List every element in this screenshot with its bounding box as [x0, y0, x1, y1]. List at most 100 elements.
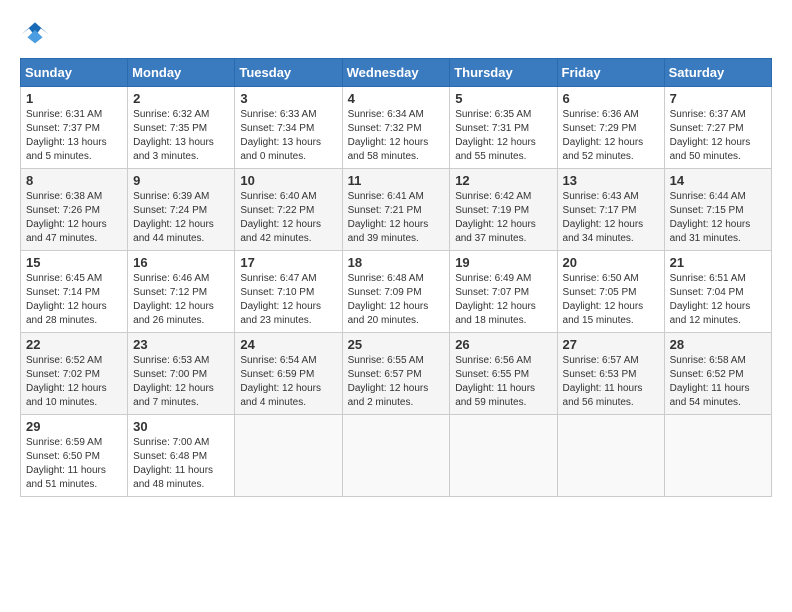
- day-number: 4: [348, 91, 445, 106]
- calendar-day-cell: 20 Sunrise: 6:50 AM Sunset: 7:05 PM Dayli…: [557, 251, 664, 333]
- day-info: Sunrise: 6:38 AM Sunset: 7:26 PM Dayligh…: [26, 190, 122, 246]
- day-number: 26: [455, 337, 551, 352]
- day-number: 30: [133, 419, 229, 434]
- day-number: 28: [670, 337, 766, 352]
- calendar-day-cell: 19 Sunrise: 6:49 AM Sunset: 7:07 PM Dayli…: [450, 251, 557, 333]
- day-info: Sunrise: 6:54 AM Sunset: 6:59 PM Dayligh…: [240, 354, 336, 410]
- calendar-day-cell: [664, 415, 771, 497]
- day-info: Sunrise: 6:47 AM Sunset: 7:10 PM Dayligh…: [240, 272, 336, 328]
- day-number: 25: [348, 337, 445, 352]
- calendar-day-cell: [450, 415, 557, 497]
- day-info: Sunrise: 6:34 AM Sunset: 7:32 PM Dayligh…: [348, 108, 445, 164]
- calendar-week-row: 1Sunrise: 6:31 AM Sunset: 7:37 PM Daylig…: [21, 87, 772, 169]
- weekday-header: Monday: [128, 59, 235, 87]
- day-info: Sunrise: 6:45 AM Sunset: 7:14 PM Dayligh…: [26, 272, 122, 328]
- day-number: 6: [563, 91, 659, 106]
- calendar-day-cell: 11Sunrise: 6:41 AM Sunset: 7:21 PM Dayli…: [342, 169, 450, 251]
- calendar-day-cell: 24 Sunrise: 6:54 AM Sunset: 6:59 PM Dayli…: [235, 333, 342, 415]
- calendar-day-cell: 28 Sunrise: 6:58 AM Sunset: 6:52 PM Dayli…: [664, 333, 771, 415]
- day-info: Sunrise: 6:43 AM Sunset: 7:17 PM Dayligh…: [563, 190, 659, 246]
- day-number: 13: [563, 173, 659, 188]
- day-info: Sunrise: 6:50 AM Sunset: 7:05 PM Dayligh…: [563, 272, 659, 328]
- day-number: 24: [240, 337, 336, 352]
- day-info: Sunrise: 6:40 AM Sunset: 7:22 PM Dayligh…: [240, 190, 336, 246]
- logo-icon: [20, 20, 50, 48]
- calendar-day-cell: 12 Sunrise: 6:42 AM Sunset: 7:19 PM Dayli…: [450, 169, 557, 251]
- calendar-day-cell: 22 Sunrise: 6:52 AM Sunset: 7:02 PM Dayli…: [21, 333, 128, 415]
- calendar-day-cell: 5Sunrise: 6:35 AM Sunset: 7:31 PM Daylig…: [450, 87, 557, 169]
- day-number: 12: [455, 173, 551, 188]
- calendar-day-cell: 30 Sunrise: 7:00 AM Sunset: 6:48 PM Dayli…: [128, 415, 235, 497]
- calendar-day-cell: 6 Sunrise: 6:36 AM Sunset: 7:29 PM Daylig…: [557, 87, 664, 169]
- calendar-day-cell: 13 Sunrise: 6:43 AM Sunset: 7:17 PM Dayli…: [557, 169, 664, 251]
- calendar-day-cell: 16Sunrise: 6:46 AM Sunset: 7:12 PM Dayli…: [128, 251, 235, 333]
- day-info: Sunrise: 6:37 AM Sunset: 7:27 PM Dayligh…: [670, 108, 766, 164]
- calendar-week-row: 15 Sunrise: 6:45 AM Sunset: 7:14 PM Dayli…: [21, 251, 772, 333]
- calendar-day-cell: 26 Sunrise: 6:56 AM Sunset: 6:55 PM Dayli…: [450, 333, 557, 415]
- day-info: Sunrise: 6:53 AM Sunset: 7:00 PM Dayligh…: [133, 354, 229, 410]
- calendar-day-cell: [342, 415, 450, 497]
- day-info: Sunrise: 6:58 AM Sunset: 6:52 PM Dayligh…: [670, 354, 766, 410]
- calendar-week-row: 8 Sunrise: 6:38 AM Sunset: 7:26 PM Daylig…: [21, 169, 772, 251]
- day-number: 19: [455, 255, 551, 270]
- calendar-table: SundayMondayTuesdayWednesdayThursdayFrid…: [20, 58, 772, 497]
- logo: [20, 20, 54, 48]
- day-info: Sunrise: 6:48 AM Sunset: 7:09 PM Dayligh…: [348, 272, 445, 328]
- day-info: Sunrise: 6:35 AM Sunset: 7:31 PM Dayligh…: [455, 108, 551, 164]
- calendar-day-cell: 25 Sunrise: 6:55 AM Sunset: 6:57 PM Dayli…: [342, 333, 450, 415]
- day-info: Sunrise: 6:44 AM Sunset: 7:15 PM Dayligh…: [670, 190, 766, 246]
- weekday-header: Wednesday: [342, 59, 450, 87]
- calendar-week-row: 29Sunrise: 6:59 AM Sunset: 6:50 PM Dayli…: [21, 415, 772, 497]
- calendar-day-cell: 9 Sunrise: 6:39 AM Sunset: 7:24 PM Daylig…: [128, 169, 235, 251]
- day-info: Sunrise: 6:55 AM Sunset: 6:57 PM Dayligh…: [348, 354, 445, 410]
- day-info: Sunrise: 6:51 AM Sunset: 7:04 PM Dayligh…: [670, 272, 766, 328]
- day-info: Sunrise: 6:36 AM Sunset: 7:29 PM Dayligh…: [563, 108, 659, 164]
- day-info: Sunrise: 6:57 AM Sunset: 6:53 PM Dayligh…: [563, 354, 659, 410]
- weekday-header: Tuesday: [235, 59, 342, 87]
- calendar-day-cell: 21Sunrise: 6:51 AM Sunset: 7:04 PM Dayli…: [664, 251, 771, 333]
- day-number: 3: [240, 91, 336, 106]
- day-number: 17: [240, 255, 336, 270]
- calendar-day-cell: 15 Sunrise: 6:45 AM Sunset: 7:14 PM Dayli…: [21, 251, 128, 333]
- weekday-header: Saturday: [664, 59, 771, 87]
- weekday-header: Friday: [557, 59, 664, 87]
- calendar-day-cell: 4 Sunrise: 6:34 AM Sunset: 7:32 PM Daylig…: [342, 87, 450, 169]
- day-number: 2: [133, 91, 229, 106]
- day-number: 22: [26, 337, 122, 352]
- calendar-day-cell: [557, 415, 664, 497]
- calendar-day-cell: 2Sunrise: 6:32 AM Sunset: 7:35 PM Daylig…: [128, 87, 235, 169]
- calendar-header-row: SundayMondayTuesdayWednesdayThursdayFrid…: [21, 59, 772, 87]
- day-info: Sunrise: 6:31 AM Sunset: 7:37 PM Dayligh…: [26, 108, 122, 164]
- calendar-day-cell: 17 Sunrise: 6:47 AM Sunset: 7:10 PM Dayli…: [235, 251, 342, 333]
- day-number: 15: [26, 255, 122, 270]
- day-info: Sunrise: 6:46 AM Sunset: 7:12 PM Dayligh…: [133, 272, 229, 328]
- calendar-day-cell: 10 Sunrise: 6:40 AM Sunset: 7:22 PM Dayli…: [235, 169, 342, 251]
- calendar-day-cell: [235, 415, 342, 497]
- day-info: Sunrise: 6:49 AM Sunset: 7:07 PM Dayligh…: [455, 272, 551, 328]
- weekday-header: Sunday: [21, 59, 128, 87]
- calendar-day-cell: 14 Sunrise: 6:44 AM Sunset: 7:15 PM Dayli…: [664, 169, 771, 251]
- day-info: Sunrise: 7:00 AM Sunset: 6:48 PM Dayligh…: [133, 436, 229, 492]
- day-number: 20: [563, 255, 659, 270]
- day-info: Sunrise: 6:56 AM Sunset: 6:55 PM Dayligh…: [455, 354, 551, 410]
- calendar-day-cell: 7Sunrise: 6:37 AM Sunset: 7:27 PM Daylig…: [664, 87, 771, 169]
- calendar-day-cell: 23 Sunrise: 6:53 AM Sunset: 7:00 PM Dayli…: [128, 333, 235, 415]
- calendar-day-cell: 3 Sunrise: 6:33 AM Sunset: 7:34 PM Daylig…: [235, 87, 342, 169]
- day-number: 8: [26, 173, 122, 188]
- page-header: [20, 20, 772, 48]
- day-number: 14: [670, 173, 766, 188]
- calendar-day-cell: 18Sunrise: 6:48 AM Sunset: 7:09 PM Dayli…: [342, 251, 450, 333]
- day-info: Sunrise: 6:41 AM Sunset: 7:21 PM Dayligh…: [348, 190, 445, 246]
- calendar-day-cell: 27 Sunrise: 6:57 AM Sunset: 6:53 PM Dayli…: [557, 333, 664, 415]
- day-number: 27: [563, 337, 659, 352]
- day-info: Sunrise: 6:33 AM Sunset: 7:34 PM Dayligh…: [240, 108, 336, 164]
- calendar-day-cell: 29Sunrise: 6:59 AM Sunset: 6:50 PM Dayli…: [21, 415, 128, 497]
- day-info: Sunrise: 6:39 AM Sunset: 7:24 PM Dayligh…: [133, 190, 229, 246]
- weekday-header: Thursday: [450, 59, 557, 87]
- day-number: 9: [133, 173, 229, 188]
- day-number: 10: [240, 173, 336, 188]
- calendar-day-cell: 8 Sunrise: 6:38 AM Sunset: 7:26 PM Daylig…: [21, 169, 128, 251]
- day-info: Sunrise: 6:42 AM Sunset: 7:19 PM Dayligh…: [455, 190, 551, 246]
- day-number: 23: [133, 337, 229, 352]
- day-info: Sunrise: 6:52 AM Sunset: 7:02 PM Dayligh…: [26, 354, 122, 410]
